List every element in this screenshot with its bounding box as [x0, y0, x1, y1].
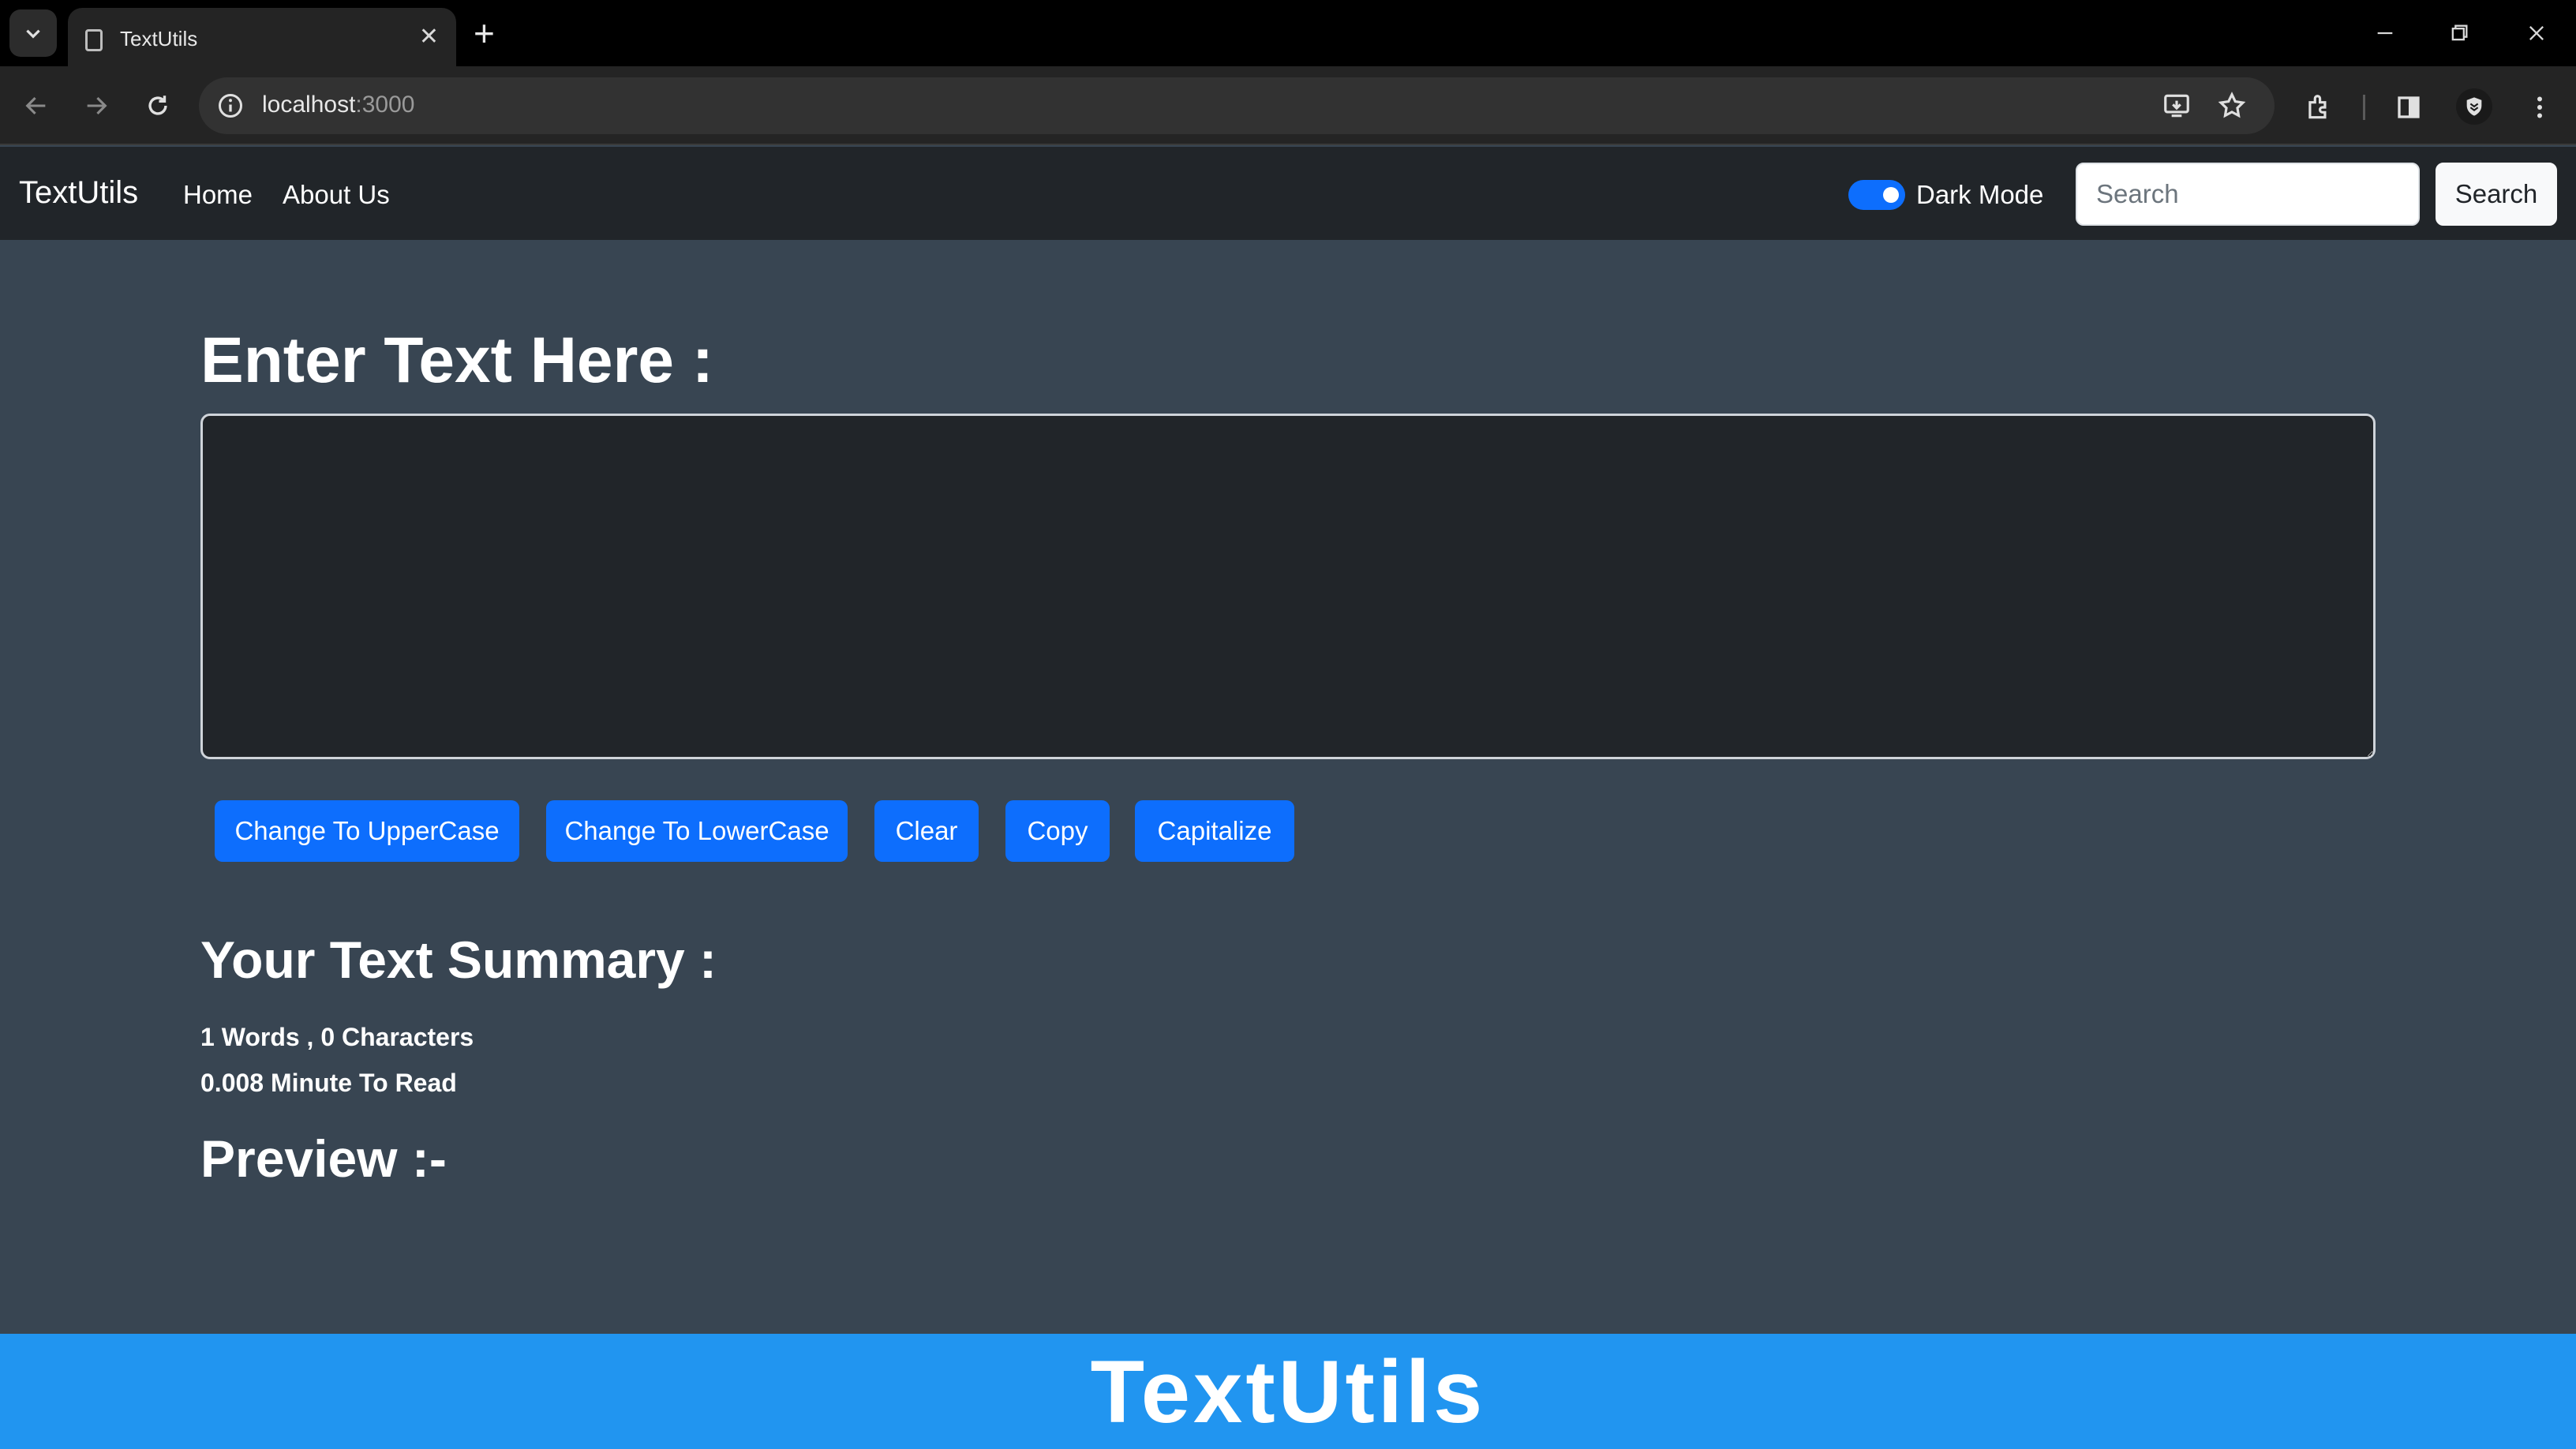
footer-banner: TextUtils	[0, 1334, 2576, 1449]
site-navbar: TextUtils Home About Us Dark Mode Search	[0, 147, 2576, 240]
nav-link-about-us[interactable]: About Us	[283, 180, 390, 210]
minimize-icon[interactable]	[2361, 9, 2409, 57]
url-text[interactable]: localhost:3000	[262, 92, 414, 118]
navbar-brand[interactable]: TextUtils	[19, 175, 138, 211]
search-button[interactable]: Search	[2436, 163, 2557, 226]
site-info-icon[interactable]	[216, 92, 245, 120]
summary-heading: Your Text Summary :	[200, 930, 717, 989]
banner-title: TextUtils	[1090, 1342, 1486, 1441]
lowercase-button[interactable]: Change To LowerCase	[546, 800, 848, 862]
reload-icon[interactable]	[136, 84, 180, 128]
page-title: Enter Text Here :	[200, 324, 714, 396]
side-panel-icon[interactable]	[2391, 90, 2426, 125]
toolbar-divider	[2363, 95, 2365, 120]
dark-mode-label[interactable]: Dark Mode	[1916, 180, 2043, 210]
toggle-knob	[1883, 187, 1899, 203]
address-bar[interactable]: localhost:3000	[199, 77, 2275, 134]
text-input-area[interactable]	[200, 414, 2376, 759]
close-tab-icon[interactable]: ✕	[419, 24, 439, 51]
install-app-icon[interactable]	[2161, 90, 2192, 122]
chevron-down-icon	[26, 29, 40, 39]
browser-tab[interactable]: TextUtils ✕	[68, 8, 456, 66]
read-time: 0.008 Minute To Read	[200, 1069, 457, 1097]
forward-icon[interactable]	[74, 84, 118, 128]
bookmark-star-icon[interactable]	[2216, 90, 2248, 122]
uppercase-button[interactable]: Change To UpperCase	[215, 800, 519, 862]
menu-kebab-icon[interactable]	[2522, 90, 2557, 125]
capitalize-button[interactable]: Capitalize	[1135, 800, 1294, 862]
shield-icon	[2466, 97, 2482, 116]
back-icon[interactable]	[14, 84, 58, 128]
browser-toolbar: localhost:3000	[0, 66, 2576, 145]
tab-title: TextUtils	[120, 27, 198, 51]
clear-button[interactable]: Clear	[874, 800, 979, 862]
profile-avatar[interactable]	[2456, 88, 2492, 125]
tab-search-button[interactable]	[9, 9, 57, 57]
page-favicon-icon	[85, 29, 103, 51]
browser-tab-strip: TextUtils ✕ +	[0, 0, 2576, 66]
search-input[interactable]	[2076, 163, 2420, 226]
dark-mode-toggle[interactable]	[1848, 180, 1905, 210]
preview-heading: Preview :-	[200, 1129, 447, 1188]
close-window-icon[interactable]	[2513, 9, 2560, 57]
extensions-icon[interactable]	[2301, 90, 2336, 125]
new-tab-icon[interactable]: +	[474, 11, 495, 55]
restore-icon[interactable]	[2436, 9, 2483, 57]
nav-link-home[interactable]: Home	[183, 180, 253, 210]
word-char-count: 1 Words , 0 Characters	[200, 1023, 474, 1051]
copy-button[interactable]: Copy	[1005, 800, 1110, 862]
